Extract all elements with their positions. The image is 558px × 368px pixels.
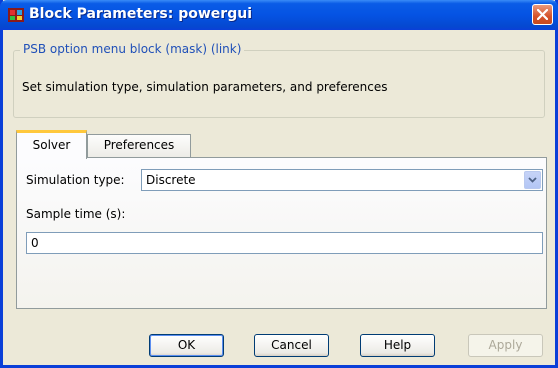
tab-solver[interactable]: Solver bbox=[16, 130, 87, 159]
simulation-type-select[interactable]: Discrete bbox=[141, 169, 543, 191]
cancel-button[interactable]: Cancel bbox=[254, 334, 329, 357]
solver-tab-panel: Simulation type: Discrete Sample time (s… bbox=[16, 157, 547, 309]
description-group: PSB option menu block (mask) (link) Set … bbox=[13, 42, 545, 118]
tab-preferences[interactable]: Preferences bbox=[87, 134, 191, 158]
simulation-type-value: Discrete bbox=[146, 173, 196, 187]
sample-time-label: Sample time (s): bbox=[26, 207, 126, 221]
ok-button[interactable]: OK bbox=[149, 334, 224, 357]
dropdown-button[interactable] bbox=[524, 171, 541, 189]
simulink-block-icon bbox=[8, 7, 24, 23]
help-button[interactable]: Help bbox=[360, 334, 435, 357]
dialog-window: Block Parameters: powergui PSB option me… bbox=[0, 0, 558, 368]
group-description: Set simulation type, simulation paramete… bbox=[22, 80, 388, 94]
apply-button[interactable]: Apply bbox=[468, 334, 543, 357]
window-title: Block Parameters: powergui bbox=[29, 6, 252, 22]
close-button[interactable] bbox=[532, 4, 553, 25]
sample-time-value: 0 bbox=[31, 236, 39, 250]
sample-time-input[interactable]: 0 bbox=[26, 232, 543, 254]
title-bar[interactable]: Block Parameters: powergui bbox=[0, 0, 558, 30]
group-legend: PSB option menu block (mask) (link) bbox=[20, 42, 245, 56]
simulation-type-label: Simulation type: bbox=[26, 173, 125, 187]
